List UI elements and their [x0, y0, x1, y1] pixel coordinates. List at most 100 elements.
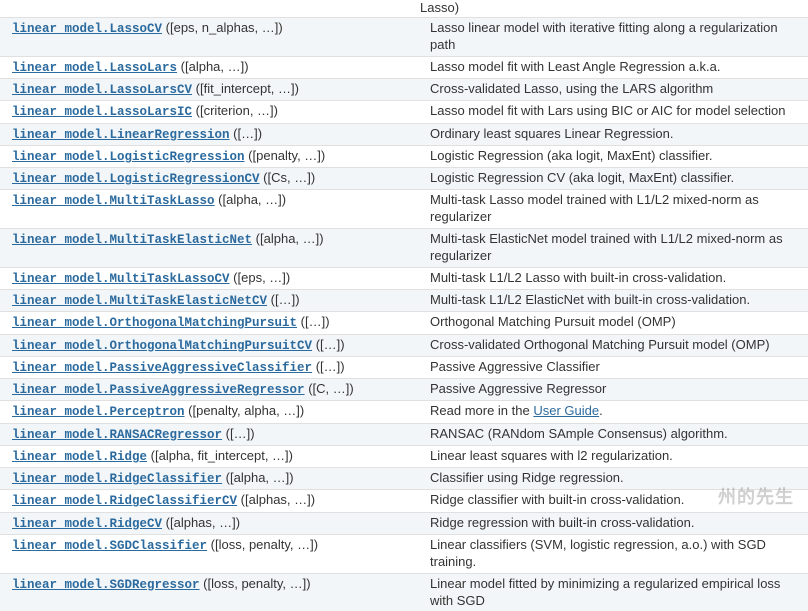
signature-cell: linear_model.MultiTaskLasso ([alpha, …])	[0, 190, 418, 229]
class-link[interactable]: linear_model.LassoCV	[12, 22, 162, 36]
description-cell: Ordinary least squares Linear Regression…	[418, 123, 808, 145]
description-cell: Multi-task ElasticNet model trained with…	[418, 229, 808, 268]
class-link[interactable]: linear_model.RidgeCV	[12, 517, 162, 531]
table-row: linear_model.LassoLars ([alpha, …])Lasso…	[0, 56, 808, 78]
table-row: linear_model.MultiTaskElasticNetCV ([…])…	[0, 290, 808, 312]
class-link[interactable]: linear_model.MultiTaskElasticNetCV	[12, 294, 267, 308]
table-row: linear_model.MultiTaskLassoCV ([eps, …])…	[0, 267, 808, 289]
class-link[interactable]: linear_model.MultiTaskLassoCV	[12, 272, 230, 286]
description-cell: Multi-task L1/L2 ElasticNet with built-i…	[418, 290, 808, 312]
class-link[interactable]: linear_model.RidgeClassifier	[12, 472, 222, 486]
description-cell: Read more in the User Guide.	[418, 401, 808, 423]
class-link[interactable]: linear_model.SGDRegressor	[12, 578, 200, 592]
signature-cell: linear_model.Ridge ([alpha, fit_intercep…	[0, 445, 418, 467]
description-cell: Linear model fitted by minimizing a regu…	[418, 573, 808, 611]
class-link[interactable]: linear_model.RidgeClassifierCV	[12, 494, 237, 508]
table-row: linear_model.LogisticRegressionCV ([Cs, …	[0, 168, 808, 190]
params-text: ([alphas, …])	[166, 515, 240, 530]
class-link[interactable]: linear_model.MultiTaskElasticNet	[12, 233, 252, 247]
signature-cell: linear_model.MultiTaskLassoCV ([eps, …])	[0, 267, 418, 289]
description-cell: Passive Aggressive Classifier	[418, 356, 808, 378]
table-row: linear_model.RANSACRegressor ([…])RANSAC…	[0, 423, 808, 445]
class-link[interactable]: linear_model.LogisticRegression	[12, 150, 245, 164]
params-text: ([loss, penalty, …])	[203, 576, 310, 591]
signature-cell: linear_model.SGDRegressor ([loss, penalt…	[0, 573, 418, 611]
signature-cell: linear_model.RidgeCV ([alphas, …])	[0, 512, 418, 534]
table-row: linear_model.LinearRegression ([…]) Ordin…	[0, 123, 808, 145]
description-cell: Lasso model fit with Least Angle Regress…	[418, 56, 808, 78]
description-cell: Lasso model fit with Lars using BIC or A…	[418, 101, 808, 123]
description-cell: Logistic Regression (aka logit, MaxEnt) …	[418, 145, 808, 167]
description-cell: Logistic Regression CV (aka logit, MaxEn…	[418, 168, 808, 190]
description-cell: Ridge classifier with built-in cross-val…	[418, 490, 808, 512]
table-row: linear_model.Ridge ([alpha, fit_intercep…	[0, 445, 808, 467]
table-row: linear_model.SGDRegressor ([loss, penalt…	[0, 573, 808, 611]
signature-cell: linear_model.LassoLarsCV ([fit_intercept…	[0, 79, 418, 101]
params-text: ([…])	[233, 126, 262, 141]
description-cell: Linear least squares with l2 regularizat…	[418, 445, 808, 467]
desc-post: .	[599, 403, 603, 418]
table-row: linear_model.LassoLarsIC ([criterion, …]…	[0, 101, 808, 123]
signature-cell: linear_model.LassoLars ([alpha, …])	[0, 56, 418, 78]
params-text: ([alpha, …])	[218, 192, 286, 207]
params-text: ([Cs, …])	[263, 170, 315, 185]
params-text: ([alpha, fit_intercept, …])	[151, 448, 293, 463]
table-row: linear_model.RidgeCV ([alphas, …])Ridge …	[0, 512, 808, 534]
signature-cell: linear_model.PassiveAggressiveClassifier…	[0, 356, 418, 378]
class-link[interactable]: linear_model.SGDClassifier	[12, 539, 207, 553]
description-cell: Passive Aggressive Regressor	[418, 379, 808, 401]
params-text: ([fit_intercept, …])	[196, 81, 299, 96]
params-text: ([criterion, …])	[196, 103, 278, 118]
signature-cell: linear_model.SGDClassifier ([loss, penal…	[0, 534, 418, 573]
table-row: linear_model.MultiTaskElasticNet ([alpha…	[0, 229, 808, 268]
signature-cell: linear_model.LassoLarsIC ([criterion, …]…	[0, 101, 418, 123]
class-link[interactable]: linear_model.OrthogonalMatchingPursuitCV	[12, 339, 312, 353]
description-cell: Linear classifiers (SVM, logistic regres…	[418, 534, 808, 573]
class-link[interactable]: linear_model.Ridge	[12, 450, 147, 464]
params-text: ([alpha, …])	[181, 59, 249, 74]
table-row: linear_model.OrthogonalMatchingPursuitCV…	[0, 334, 808, 356]
table-row: linear_model.SGDClassifier ([loss, penal…	[0, 534, 808, 573]
table-row: linear_model.RidgeClassifier ([alpha, …]…	[0, 468, 808, 490]
class-link[interactable]: linear_model.Perceptron	[12, 405, 185, 419]
params-text: ([…])	[301, 314, 330, 329]
class-link[interactable]: linear_model.MultiTaskLasso	[12, 194, 215, 208]
params-text: ([penalty, …])	[248, 148, 325, 163]
class-link[interactable]: linear_model.OrthogonalMatchingPursuit	[12, 316, 297, 330]
description-cell: Ridge regression with built-in cross-val…	[418, 512, 808, 534]
table-row: linear_model.LassoLarsCV ([fit_intercept…	[0, 79, 808, 101]
signature-cell: linear_model.RidgeClassifier ([alpha, …]…	[0, 468, 418, 490]
signature-cell: linear_model.OrthogonalMatchingPursuit (…	[0, 312, 418, 334]
signature-cell: linear_model.PassiveAggressiveRegressor …	[0, 379, 418, 401]
signature-cell: linear_model.OrthogonalMatchingPursuitCV…	[0, 334, 418, 356]
params-text: ([alpha, …])	[256, 231, 324, 246]
params-text: ([alpha, …])	[226, 470, 294, 485]
params-text: ([C, …])	[308, 381, 354, 396]
class-link[interactable]: linear_model.LassoLarsCV	[12, 83, 192, 97]
description-cell: Classifier using Ridge regression.	[418, 468, 808, 490]
class-link[interactable]: linear_model.LinearRegression	[12, 128, 230, 142]
class-link[interactable]: linear_model.LassoLarsIC	[12, 105, 192, 119]
signature-cell: linear_model.LassoCV ([eps, n_alphas, …]…	[0, 18, 418, 57]
params-text: ([…])	[316, 359, 345, 374]
params-text: ([…])	[226, 426, 255, 441]
description-cell: Multi-task L1/L2 Lasso with built-in cro…	[418, 267, 808, 289]
table-row: linear_model.PassiveAggressiveClassifier…	[0, 356, 808, 378]
description-cell: Cross-validated Orthogonal Matching Purs…	[418, 334, 808, 356]
partial-top-text: Lasso)	[0, 0, 808, 17]
params-text: ([…])	[271, 292, 300, 307]
signature-cell: linear_model.MultiTaskElasticNet ([alpha…	[0, 229, 418, 268]
api-summary-table: linear_model.LassoCV ([eps, n_alphas, …]…	[0, 17, 808, 611]
class-link[interactable]: linear_model.LogisticRegressionCV	[12, 172, 260, 186]
class-link[interactable]: linear_model.PassiveAggressiveClassifier	[12, 361, 312, 375]
class-link[interactable]: linear_model.PassiveAggressiveRegressor	[12, 383, 305, 397]
table-row: linear_model.PassiveAggressiveRegressor …	[0, 379, 808, 401]
table-row: linear_model.MultiTaskLasso ([alpha, …])…	[0, 190, 808, 229]
class-link[interactable]: linear_model.RANSACRegressor	[12, 428, 222, 442]
signature-cell: linear_model.LogisticRegressionCV ([Cs, …	[0, 168, 418, 190]
class-link[interactable]: linear_model.LassoLars	[12, 61, 177, 75]
desc-pre: Read more in the	[430, 403, 533, 418]
params-text: ([…])	[316, 337, 345, 352]
signature-cell: linear_model.LogisticRegression ([penalt…	[0, 145, 418, 167]
user-guide-link[interactable]: User Guide	[533, 403, 599, 418]
